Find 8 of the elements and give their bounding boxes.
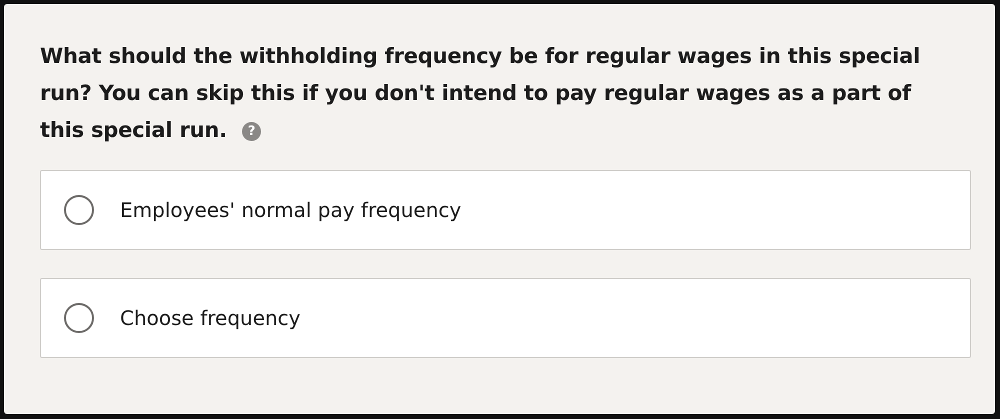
option-label: Employees' normal pay frequency xyxy=(120,198,462,222)
help-icon[interactable]: ? xyxy=(242,122,262,141)
radio-button[interactable] xyxy=(64,195,94,225)
option-label: Choose frequency xyxy=(120,306,301,330)
radio-option[interactable]: Choose frequency xyxy=(40,278,971,358)
question-text: What should the withholding frequency be for regular wages in this special run? You can skip this if you don't intend to pay regular wages as a part of this special run. ? xyxy=(40,43,922,144)
radio-button[interactable] xyxy=(64,303,94,333)
radio-option[interactable]: Employees' normal pay frequency xyxy=(40,170,971,250)
